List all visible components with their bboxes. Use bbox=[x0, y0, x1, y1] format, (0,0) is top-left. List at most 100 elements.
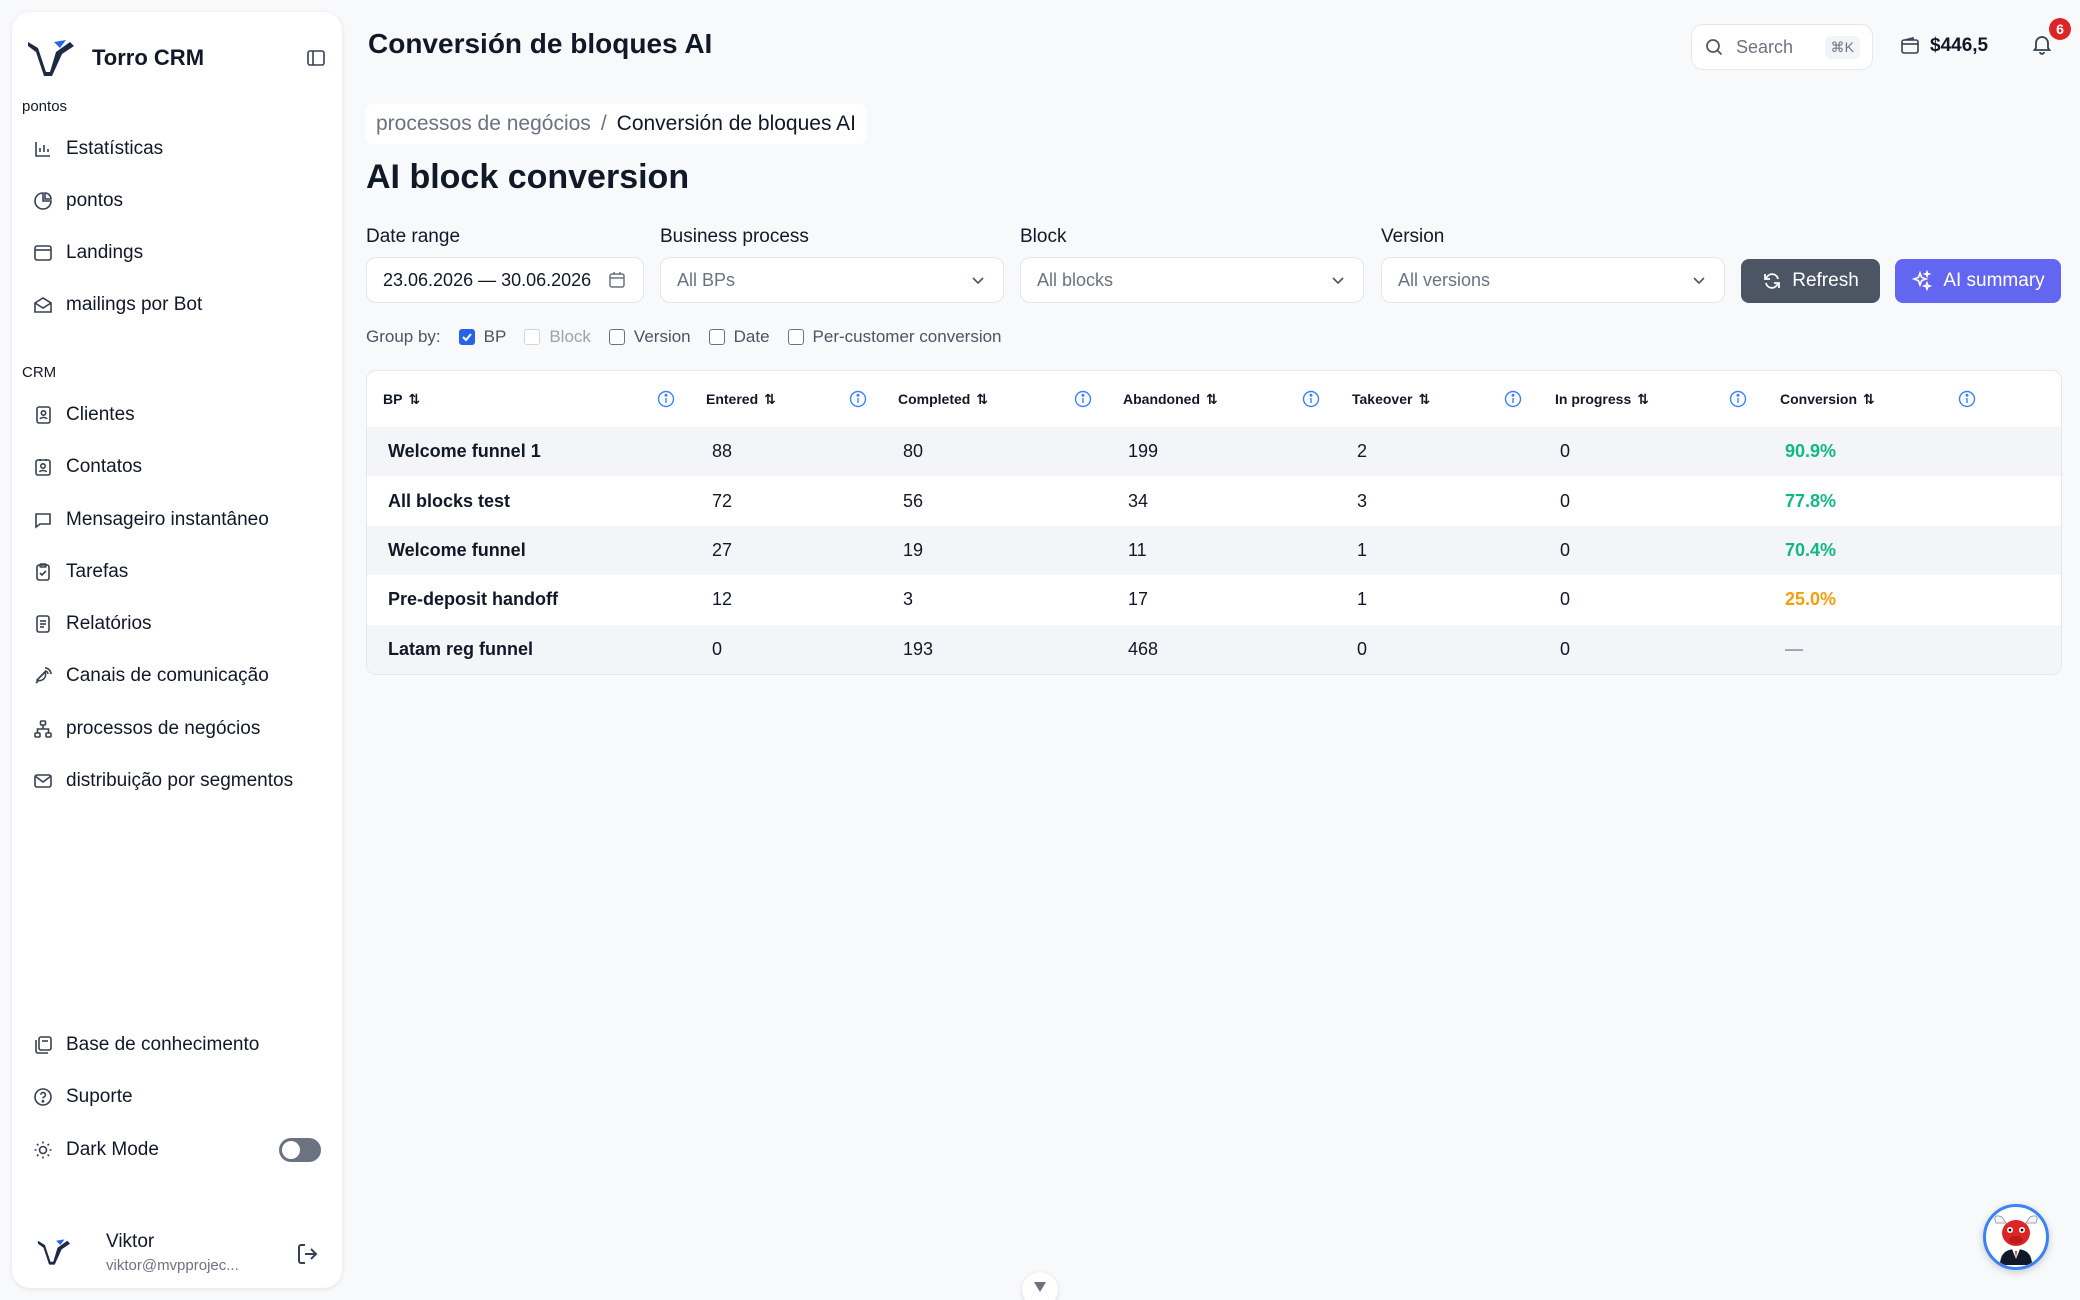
sort-icon: ⇅ bbox=[1418, 390, 1431, 407]
user-profile[interactable]: Viktor viktor@mvpprojec... bbox=[30, 1222, 330, 1282]
group-by-bp-checkbox[interactable]: BP bbox=[458, 327, 506, 347]
pie-chart-icon bbox=[32, 190, 54, 212]
collapse-sidebar-icon[interactable] bbox=[302, 44, 330, 72]
refresh-button[interactable]: Refresh bbox=[1741, 259, 1880, 303]
notifications-badge: 6 bbox=[2049, 18, 2071, 40]
cell-completed: 56 bbox=[903, 490, 924, 511]
search-icon bbox=[1704, 37, 1724, 57]
sidebar-item-label: Clientes bbox=[66, 404, 135, 425]
table-row[interactable]: Welcome funnel 27 19 11 1 0 70.4% bbox=[367, 525, 2061, 576]
info-icon[interactable] bbox=[1074, 390, 1092, 408]
group-by-block-checkbox[interactable]: Block bbox=[524, 327, 591, 347]
group-by-per-customer-checkbox[interactable]: Per-customer conversion bbox=[787, 327, 1002, 347]
cell-bp: Latam reg funnel bbox=[388, 638, 534, 659]
sidebar-item-clients[interactable]: Clientes bbox=[32, 395, 332, 435]
column-header-entered[interactable]: Entered ⇅ bbox=[706, 371, 776, 427]
balance[interactable]: $446,5 bbox=[1900, 30, 1988, 62]
chevron-down-icon bbox=[969, 271, 987, 289]
scroll-down-button[interactable] bbox=[1022, 1272, 1058, 1300]
page-title: AI block conversion bbox=[366, 158, 690, 196]
sidebar-item-contacts[interactable]: Contatos bbox=[32, 447, 332, 487]
sidebar-item-tasks[interactable]: Tarefas bbox=[32, 552, 332, 592]
toggle-knob bbox=[282, 1141, 300, 1159]
sidebar-item-label: Estatísticas bbox=[66, 138, 164, 159]
block-value: All blocks bbox=[1037, 269, 1114, 290]
column-header-takeover[interactable]: Takeover ⇅ bbox=[1352, 371, 1430, 427]
sidebar-item-label: Mensageiro instantâneo bbox=[66, 509, 269, 530]
checkbox-unchecked bbox=[608, 329, 625, 345]
sidebar-item-channels[interactable]: Canais de comunicação bbox=[32, 656, 332, 696]
section-label-points: pontos bbox=[22, 98, 68, 115]
sidebar-item-landings[interactable]: Landings bbox=[32, 233, 332, 273]
sidebar-item-label: mailings por Bot bbox=[66, 294, 203, 315]
column-title: BP bbox=[383, 391, 403, 407]
version-select[interactable]: All versions bbox=[1381, 257, 1725, 303]
app-name: Torro CRM bbox=[92, 45, 205, 70]
cell-bp: Pre-deposit handoff bbox=[388, 589, 558, 610]
info-icon[interactable] bbox=[1729, 390, 1747, 408]
checkbox-unchecked bbox=[787, 329, 804, 345]
version-value: All versions bbox=[1398, 269, 1491, 290]
cell-abandoned: 199 bbox=[1128, 441, 1159, 462]
ai-assistant-button[interactable] bbox=[1983, 1204, 2049, 1270]
breadcrumb: processos de negócios / Conversión de bl… bbox=[366, 104, 866, 144]
sidebar-item-pontos[interactable]: pontos bbox=[32, 181, 332, 221]
sort-icon: ⇅ bbox=[764, 390, 776, 407]
info-icon[interactable] bbox=[1504, 390, 1522, 408]
info-icon[interactable] bbox=[849, 390, 867, 408]
knowledge-base-icon bbox=[32, 1034, 54, 1056]
cell-takeover: 3 bbox=[1357, 490, 1368, 511]
sidebar-item-messenger[interactable]: Mensageiro instantâneo bbox=[32, 500, 332, 540]
column-title: Takeover bbox=[1352, 391, 1413, 407]
bull-mascot-icon bbox=[1988, 1209, 2044, 1265]
sidebar-item-bot-mailings[interactable]: mailings por Bot bbox=[32, 285, 332, 325]
sidebar-item-label: Contatos bbox=[66, 456, 143, 477]
table-header: BP ⇅ Entered ⇅ Completed ⇅ Abandoned ⇅ Takeo… bbox=[367, 371, 2061, 427]
column-header-completed[interactable]: Completed ⇅ bbox=[898, 371, 988, 427]
sidebar-item-knowledge-base[interactable]: Base de conhecimento bbox=[32, 1025, 332, 1065]
brand[interactable]: Torro CRM bbox=[22, 30, 332, 86]
sidebar-item-support[interactable]: Suporte bbox=[32, 1077, 332, 1117]
group-by-option-label: Per-customer conversion bbox=[812, 327, 1002, 346]
table-row[interactable]: Latam reg funnel 0 193 468 0 0 — bbox=[367, 624, 2061, 674]
table-row[interactable]: All blocks test 72 56 34 3 0 77.8% bbox=[367, 476, 2061, 525]
checkbox-disabled bbox=[524, 329, 541, 345]
cell-abandoned: 468 bbox=[1128, 638, 1159, 659]
breadcrumb-separator: / bbox=[600, 112, 607, 135]
cell-entered: 72 bbox=[712, 490, 733, 511]
table-row[interactable]: Pre-deposit handoff 12 3 17 1 0 25.0% bbox=[367, 575, 2061, 624]
sidebar-item-business-processes[interactable]: processos de negócios bbox=[32, 709, 332, 749]
table-row[interactable]: Welcome funnel 1 88 80 199 2 0 90.9% bbox=[367, 427, 2061, 477]
info-icon[interactable] bbox=[1958, 390, 1976, 408]
column-header-in-progress[interactable]: In progress ⇅ bbox=[1555, 371, 1649, 427]
cell-in-progress: 0 bbox=[1560, 638, 1571, 659]
column-header-abandoned[interactable]: Abandoned ⇅ bbox=[1123, 371, 1218, 427]
sidebar-item-statistics[interactable]: Estatísticas bbox=[32, 129, 332, 169]
logout-icon[interactable] bbox=[294, 1240, 322, 1268]
date-range-picker[interactable]: 23.06.2026 — 30.06.2026 bbox=[366, 257, 644, 303]
breadcrumb-link[interactable]: processos de negócios bbox=[376, 112, 591, 136]
breadcrumb-current: Conversión de bloques AI bbox=[616, 112, 856, 135]
sidebar-item-segment-distribution[interactable]: distribuição por segmentos bbox=[32, 761, 332, 801]
sidebar-item-label: Tarefas bbox=[66, 561, 129, 582]
business-process-select[interactable]: All BPs bbox=[660, 257, 1004, 303]
block-select[interactable]: All blocks bbox=[1020, 257, 1364, 303]
sidebar-item-label: Landings bbox=[66, 242, 144, 263]
column-header-bp[interactable]: BP ⇅ bbox=[383, 371, 420, 427]
dark-mode-toggle[interactable] bbox=[279, 1138, 321, 1162]
clipboard-icon bbox=[32, 561, 54, 583]
ai-summary-button[interactable]: AI summary bbox=[1895, 259, 2061, 303]
flow-tree-icon bbox=[32, 718, 54, 740]
sidebar-item-reports[interactable]: Relatórios bbox=[32, 604, 332, 644]
chevron-down-icon bbox=[1032, 1280, 1048, 1294]
column-header-conversion[interactable]: Conversion ⇅ bbox=[1780, 371, 1875, 427]
search-input[interactable]: Search ⌘K bbox=[1691, 24, 1873, 70]
sidebar-item-label: Relatórios bbox=[66, 613, 152, 634]
group-by-date-checkbox[interactable]: Date bbox=[708, 327, 770, 347]
group-by-version-checkbox[interactable]: Version bbox=[608, 327, 691, 347]
info-icon[interactable] bbox=[657, 390, 675, 408]
help-circle-icon bbox=[32, 1086, 54, 1108]
document-icon bbox=[32, 613, 54, 635]
sort-icon: ⇅ bbox=[1206, 390, 1218, 407]
info-icon[interactable] bbox=[1302, 390, 1320, 408]
